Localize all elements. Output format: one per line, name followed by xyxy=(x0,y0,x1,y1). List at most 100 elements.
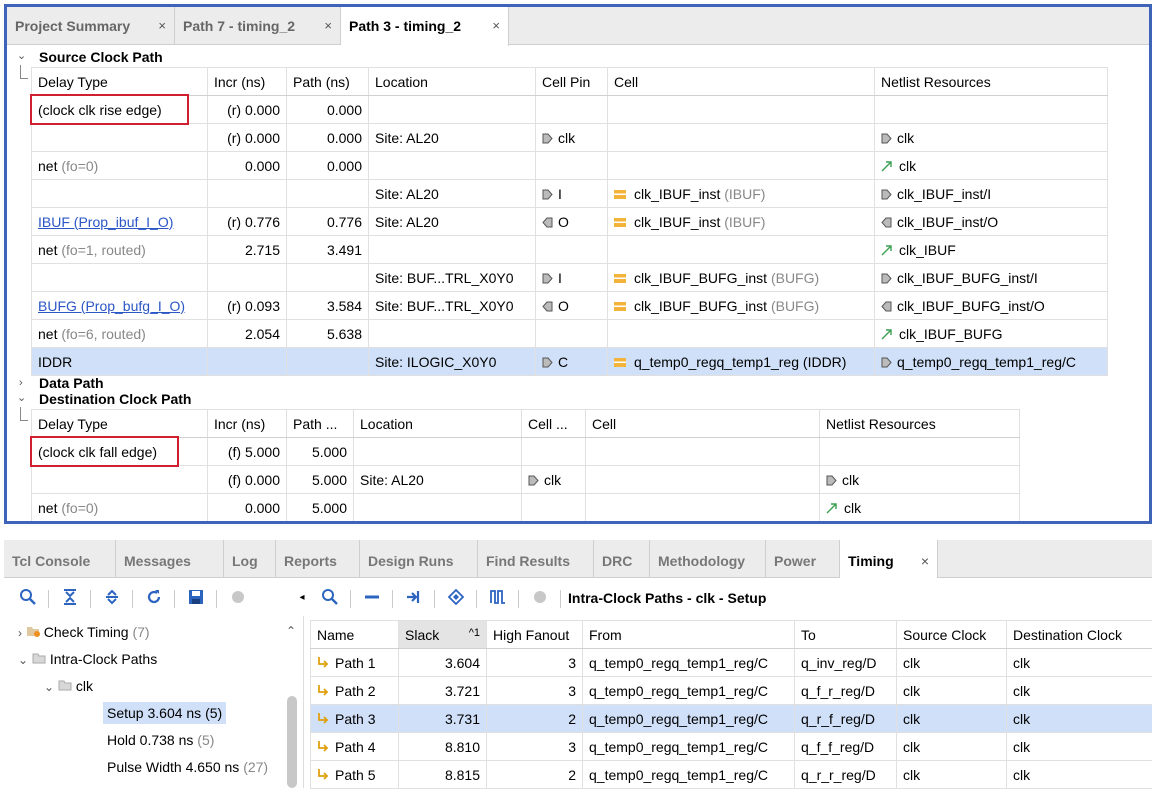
separator xyxy=(90,590,91,608)
column-header[interactable]: Cell ... xyxy=(522,410,586,438)
table-row[interactable]: IDDRSite: ILOGIC_X0Y0Cq_temp0_regq_temp1… xyxy=(32,348,1108,376)
delay-type-cell: IBUF (Prop_ibuf_I_O) xyxy=(32,208,208,236)
cell-name: clk_IBUF_inst xyxy=(634,186,720,202)
refresh-icon[interactable] xyxy=(144,588,164,608)
column-header[interactable]: Name xyxy=(311,621,399,649)
column-header[interactable]: Incr (ns) xyxy=(208,68,287,96)
column-header[interactable]: Cell xyxy=(608,68,875,96)
tab-power[interactable]: Power xyxy=(766,540,840,578)
close-icon[interactable]: × xyxy=(921,540,929,582)
tab-path-7[interactable]: Path 7 - timing_2 × xyxy=(175,7,341,45)
tree-item-intra-clock[interactable]: ⌄ Intra-Clock Paths xyxy=(18,651,157,667)
close-icon[interactable]: × xyxy=(324,7,332,45)
net-arrow-icon xyxy=(881,327,893,339)
scroll-up-icon[interactable]: ⌃ xyxy=(286,624,296,638)
tree-item-check-timing[interactable]: › Check Timing (7) xyxy=(18,624,150,640)
cell-pin-cell xyxy=(536,320,608,348)
column-header[interactable]: Source Clock xyxy=(897,621,1007,649)
table-row[interactable]: Site: BUF...TRL_X0Y0Iclk_IBUF_BUFG_inst … xyxy=(32,264,1108,292)
tab-drc[interactable]: DRC xyxy=(594,540,650,578)
column-header[interactable]: High Fanout xyxy=(487,621,583,649)
close-icon[interactable]: × xyxy=(158,7,166,45)
chevron-down-icon[interactable]: ⌄ xyxy=(17,49,26,62)
table-row[interactable]: (f) 0.0005.000Site: AL20clkclk xyxy=(32,466,1020,494)
tab-timing[interactable]: Timing× xyxy=(840,540,938,578)
collapse-all-icon[interactable] xyxy=(60,588,80,608)
column-header[interactable]: Cell Pin xyxy=(536,68,608,96)
column-header[interactable]: From xyxy=(583,621,795,649)
delay-type-label: net xyxy=(38,326,57,342)
table-row[interactable]: Site: AL20Iclk_IBUF_inst (IBUF)clk_IBUF_… xyxy=(32,180,1108,208)
tab-find-results[interactable]: Find Results xyxy=(478,540,594,578)
column-header[interactable]: To xyxy=(795,621,897,649)
delay-type-link[interactable]: IBUF (Prop_ibuf_I_O) xyxy=(38,214,173,230)
to-cell: q_r_r_reg/D xyxy=(795,761,897,789)
tree-item-setup[interactable]: Setup 3.604 ns (5) xyxy=(103,702,226,724)
section-data-path[interactable]: Data Path xyxy=(39,375,104,391)
table-row[interactable]: net (fo=0)0.0000.000clk xyxy=(32,152,1108,180)
column-header[interactable]: Cell xyxy=(586,410,820,438)
stop-icon[interactable] xyxy=(530,588,550,608)
tab-path-3[interactable]: Path 3 - timing_2 × xyxy=(341,7,509,46)
chevron-down-icon[interactable]: ⌄ xyxy=(17,391,26,404)
column-header[interactable]: Delay Type xyxy=(32,410,208,438)
table-row[interactable]: IBUF (Prop_ibuf_I_O)(r) 0.7760.776Site: … xyxy=(32,208,1108,236)
tab-messages[interactable]: Messages xyxy=(116,540,224,578)
collapse-icon[interactable] xyxy=(362,588,382,608)
column-header[interactable]: Location xyxy=(369,68,536,96)
search-icon[interactable] xyxy=(18,588,38,608)
column-header[interactable]: Destination Clock xyxy=(1007,621,1152,649)
scrollbar-thumb[interactable] xyxy=(287,696,297,788)
table-row[interactable]: net (fo=0)0.0005.000clk xyxy=(32,494,1020,522)
column-header[interactable]: Path (ns) xyxy=(287,68,369,96)
save-icon[interactable] xyxy=(186,588,206,608)
table-row[interactable]: Path 23.7213q_temp0_regq_temp1_reg/Cq_f_… xyxy=(311,677,1152,705)
column-header[interactable]: Path ... xyxy=(287,410,354,438)
tab-methodology[interactable]: Methodology xyxy=(650,540,766,578)
chevron-right-icon[interactable]: › xyxy=(19,377,23,389)
tab-project-summary[interactable]: Project Summary × xyxy=(7,7,175,45)
column-header[interactable]: Location xyxy=(354,410,522,438)
column-header[interactable]: Slack^1 xyxy=(399,621,487,649)
tab-label: Tcl Console xyxy=(12,553,90,569)
path-name: Path 4 xyxy=(335,739,375,755)
tab-design-runs[interactable]: Design Runs xyxy=(360,540,478,578)
goto-icon[interactable] xyxy=(404,588,424,608)
expand-all-icon[interactable] xyxy=(102,588,122,608)
tree-item-clk[interactable]: ⌄ clk xyxy=(44,678,93,694)
path-arrow-icon xyxy=(317,655,329,671)
tab-tcl-console[interactable]: Tcl Console xyxy=(4,540,116,578)
column-header[interactable]: Netlist Resources xyxy=(820,410,1020,438)
cell-cell xyxy=(608,152,875,180)
search-icon[interactable] xyxy=(320,588,340,608)
section-source-clock[interactable]: Source Clock Path xyxy=(39,49,163,65)
column-header[interactable]: Netlist Resources xyxy=(875,68,1108,96)
incr-cell: 0.000 xyxy=(208,494,287,522)
table-row[interactable]: Path 33.7312q_temp0_regq_temp1_reg/Cq_r_… xyxy=(311,705,1152,733)
table-row[interactable]: (clock clk fall edge)(f) 5.0005.000 xyxy=(32,438,1020,466)
column-header[interactable]: Incr (ns) xyxy=(208,410,287,438)
close-icon[interactable]: × xyxy=(492,7,500,45)
tab-log[interactable]: Log xyxy=(224,540,276,578)
column-header[interactable]: Delay Type xyxy=(32,68,208,96)
table-row[interactable]: net (fo=6, routed)2.0545.638clk_IBUF_BUF… xyxy=(32,320,1108,348)
location-cell: Site: AL20 xyxy=(369,180,536,208)
table-row[interactable]: Path 48.8103q_temp0_regq_temp1_reg/Cq_f_… xyxy=(311,733,1152,761)
table-row[interactable]: Path 13.6043q_temp0_regq_temp1_reg/Cq_in… xyxy=(311,649,1152,677)
delay-type-link[interactable]: BUFG (Prop_bufg_I_O) xyxy=(38,298,185,314)
table-row[interactable]: (r) 0.0000.000Site: AL20clkclk xyxy=(32,124,1108,152)
table-row[interactable]: BUFG (Prop_bufg_I_O)(r) 0.0933.584Site: … xyxy=(32,292,1108,320)
waveform-icon[interactable] xyxy=(488,588,508,608)
tab-reports[interactable]: Reports xyxy=(276,540,360,578)
table-row[interactable]: (clock clk rise edge)(r) 0.0000.000 xyxy=(32,96,1108,124)
tree-item-pulse-width[interactable]: Pulse Width 4.650 ns (27) xyxy=(107,759,268,775)
tree-item-hold[interactable]: Hold 0.738 ns (5) xyxy=(107,732,214,748)
netlist-cell xyxy=(820,438,1020,466)
overflow-icon[interactable]: ◂ xyxy=(298,588,306,608)
table-row[interactable]: Path 58.8152q_temp0_regq_temp1_reg/Cq_r_… xyxy=(311,761,1152,789)
table-row[interactable]: net (fo=1, routed)2.7153.491clk_IBUF xyxy=(32,236,1108,264)
schematic-icon[interactable] xyxy=(446,588,466,608)
section-destination-clock[interactable]: Destination Clock Path xyxy=(39,391,191,407)
stop-icon[interactable] xyxy=(228,588,248,608)
netlist-cell: clk_IBUF_inst/O xyxy=(875,208,1108,236)
